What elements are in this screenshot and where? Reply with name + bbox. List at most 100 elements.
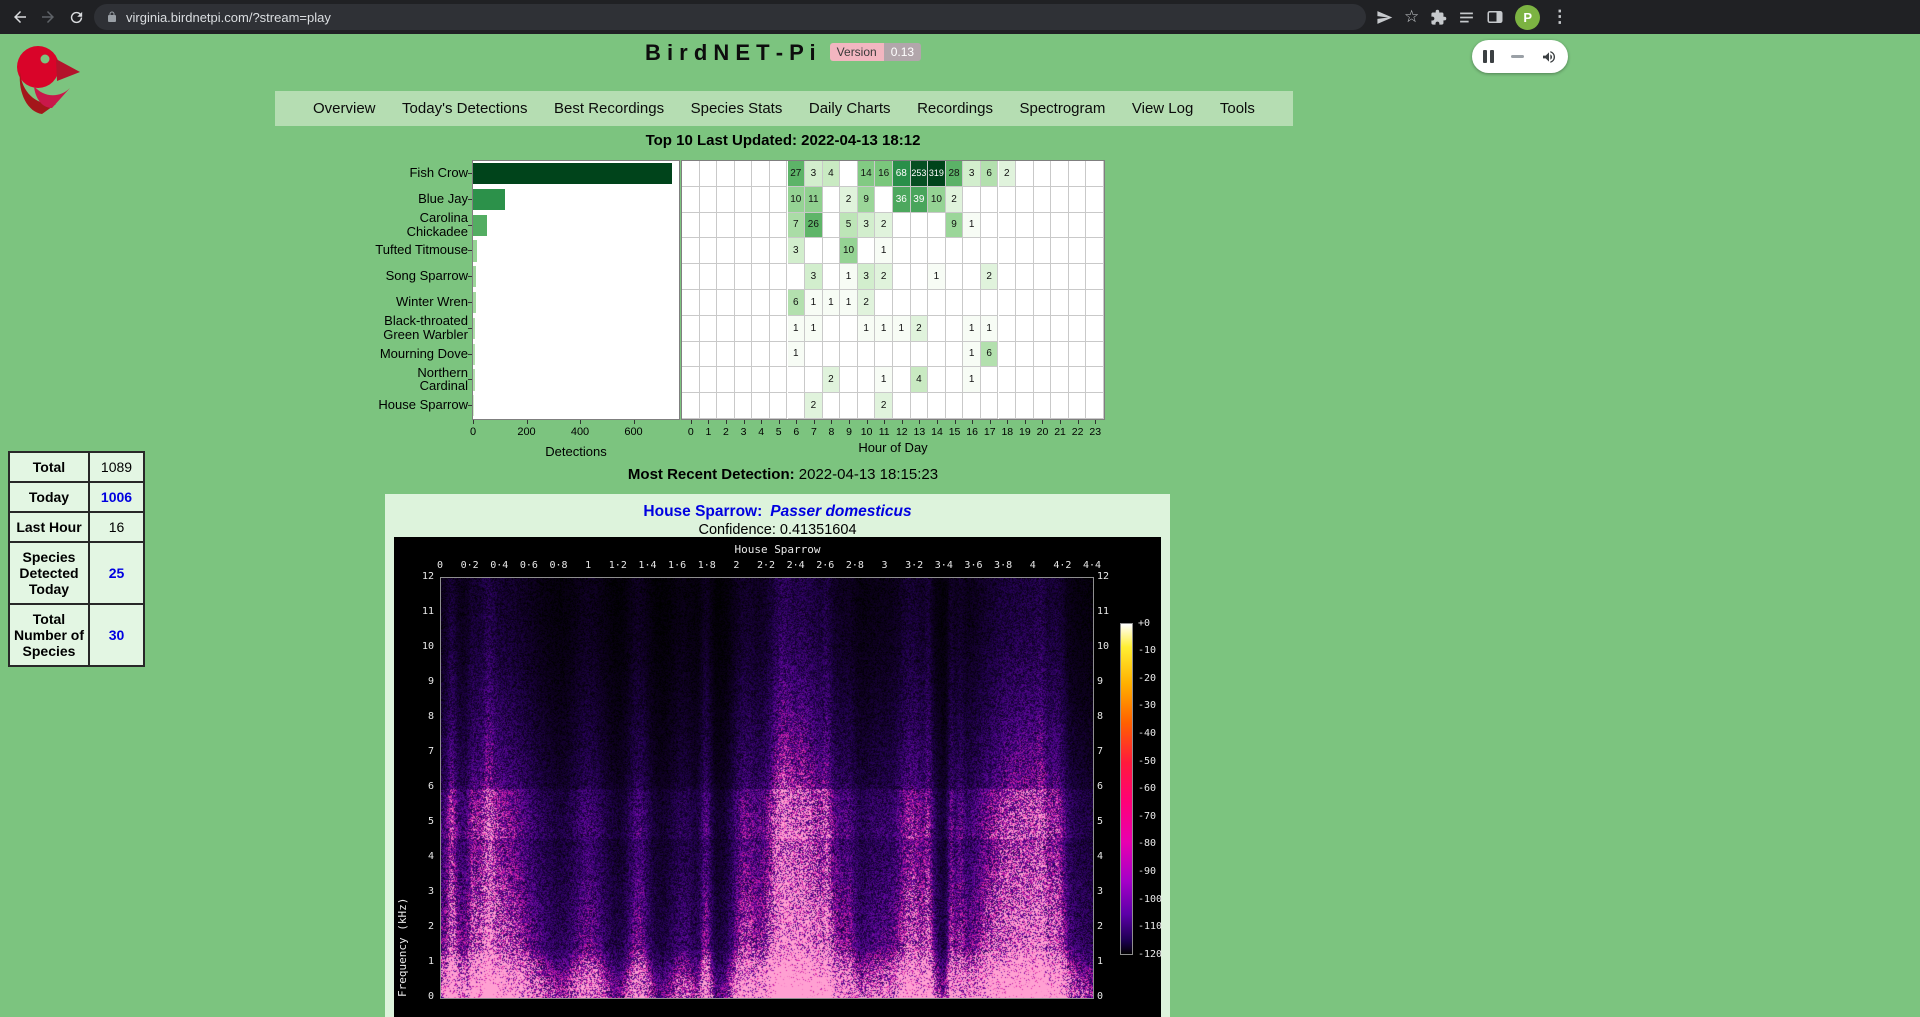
hour-tick-label: 13	[914, 426, 926, 438]
heatmap-cell	[717, 290, 735, 316]
audio-player[interactable]	[1472, 40, 1568, 73]
birdnet-page: B i r d N E T - P iVersion0.13 OverviewT…	[0, 34, 1920, 1017]
heatmap-cell	[752, 393, 770, 419]
most-recent-label: Most Recent Detection:	[628, 466, 795, 483]
heatmap-cell: 68	[893, 161, 911, 187]
species-label-line: Carolina	[420, 211, 468, 225]
heatmap-cell	[770, 342, 788, 368]
heatmap-cell	[1016, 213, 1034, 239]
extensions-icon[interactable]	[1430, 9, 1447, 26]
heatmap-cell	[770, 213, 788, 239]
stat-value[interactable]: 1006	[89, 482, 144, 512]
spec-y-tick: 6	[1097, 781, 1129, 792]
hour-tick-label: 10	[861, 426, 873, 438]
heatmap-cell: 10	[840, 238, 858, 264]
heatmap-cell	[1034, 367, 1052, 393]
spec-y-tick: 11	[1097, 606, 1129, 617]
stats-table: Total1089Today1006Last Hour16Species Det…	[8, 451, 145, 667]
heatmap-cell	[999, 290, 1017, 316]
reload-button[interactable]	[62, 3, 90, 31]
volume-icon[interactable]	[1541, 49, 1557, 65]
detections-bar	[473, 369, 475, 390]
hour-tick-mark	[937, 420, 938, 424]
spec-x-tick: 1	[585, 560, 591, 571]
detection-common-name[interactable]: House Sparrow:	[643, 503, 762, 520]
detection-title[interactable]: House Sparrow: Passer domesticus	[385, 503, 1170, 521]
forward-button[interactable]	[34, 3, 62, 31]
heatmap-cell: 2	[823, 367, 841, 393]
nav-item-overview[interactable]: Overview	[313, 100, 376, 117]
spec-x-tick: 3·4	[935, 560, 953, 571]
heatmap-cell	[963, 187, 981, 213]
stat-value[interactable]: 25	[89, 542, 144, 604]
send-icon[interactable]	[1376, 9, 1393, 26]
y-tick-mark	[468, 225, 472, 226]
colorbar-tick: -80	[1138, 838, 1156, 849]
heatmap-cell	[928, 238, 946, 264]
spec-x-tick: 1·8	[698, 560, 716, 571]
bar-xaxis-label: Detections	[545, 444, 606, 459]
heatmap-cell	[1069, 238, 1087, 264]
heatmap-cell: 9	[946, 213, 964, 239]
heatmap-cell	[805, 367, 823, 393]
nav-item-daily-charts[interactable]: Daily Charts	[809, 100, 891, 117]
heatmap-cell	[770, 187, 788, 213]
species-label-line: Green Warbler	[383, 328, 468, 342]
spec-x-tick: 1·2	[609, 560, 627, 571]
spec-y-tick: 7	[1097, 746, 1129, 757]
nav-item-view-log[interactable]: View Log	[1132, 100, 1193, 117]
spec-x-tick: 0·8	[550, 560, 568, 571]
heatmap-cell: 14	[858, 161, 876, 187]
seek-slider[interactable]	[1511, 55, 1524, 58]
spec-y-tick: 10	[1097, 641, 1129, 652]
heatmap-cell	[1051, 342, 1069, 368]
heatmap-cell	[981, 238, 999, 264]
x-tick-label: 400	[571, 426, 589, 438]
side-panel-icon[interactable]	[1486, 8, 1504, 26]
bookmark-star-icon[interactable]: ☆	[1404, 7, 1419, 27]
pause-button[interactable]	[1483, 50, 1494, 63]
nav-item-best-recordings[interactable]: Best Recordings	[554, 100, 664, 117]
url-bar[interactable]: virginia.birdnetpi.com/?stream=play	[94, 4, 1366, 30]
species-label-line: Song Sparrow	[386, 269, 468, 283]
hour-tick-mark	[867, 420, 868, 424]
spec-y-tick: 8	[1097, 711, 1129, 722]
hour-tick-mark	[796, 420, 797, 424]
heatmap-cell	[928, 367, 946, 393]
nav-item-today-s-detections[interactable]: Today's Detections	[402, 100, 527, 117]
nav-item-tools[interactable]: Tools	[1220, 100, 1255, 117]
heatmap-cell	[1016, 187, 1034, 213]
hour-tick-mark	[1042, 420, 1043, 424]
hour-tick-mark	[972, 420, 973, 424]
heatmap-cell	[999, 342, 1017, 368]
spec-y-tick: 10	[402, 641, 434, 652]
heatmap-cell	[840, 342, 858, 368]
detections-bar-plot	[472, 160, 680, 420]
hour-tick-label: 3	[741, 426, 747, 438]
hour-tick-mark	[1060, 420, 1061, 424]
heatmap-cell: 1	[875, 367, 893, 393]
nav-item-species-stats[interactable]: Species Stats	[691, 100, 783, 117]
back-button[interactable]	[6, 3, 34, 31]
detection-scientific-name[interactable]: Passer domesticus	[770, 503, 911, 520]
spec-x-tick: 0·2	[461, 560, 479, 571]
hour-tick-label: 7	[811, 426, 817, 438]
spec-x-tick: 4	[1030, 560, 1036, 571]
nav-item-spectrogram[interactable]: Spectrogram	[1019, 100, 1105, 117]
hour-tick-label: 20	[1037, 426, 1049, 438]
hour-tick-label: 14	[931, 426, 943, 438]
stat-value[interactable]: 30	[89, 604, 144, 666]
spec-x-tick: 0·4	[490, 560, 508, 571]
heatmap-cell	[1034, 187, 1052, 213]
heatmap-cell	[700, 393, 718, 419]
nav-item-recordings[interactable]: Recordings	[917, 100, 993, 117]
menu-icon[interactable]: ⋮	[1551, 7, 1568, 27]
heatmap-cell: 1	[963, 367, 981, 393]
heatmap-cell	[1069, 187, 1087, 213]
species-label: Tufted Titmouse	[300, 237, 468, 263]
reading-list-icon[interactable]	[1458, 9, 1475, 26]
avatar[interactable]: P	[1515, 5, 1540, 30]
spec-x-tick: 2·6	[816, 560, 834, 571]
hour-tick-mark	[884, 420, 885, 424]
heatmap-cell	[735, 367, 753, 393]
